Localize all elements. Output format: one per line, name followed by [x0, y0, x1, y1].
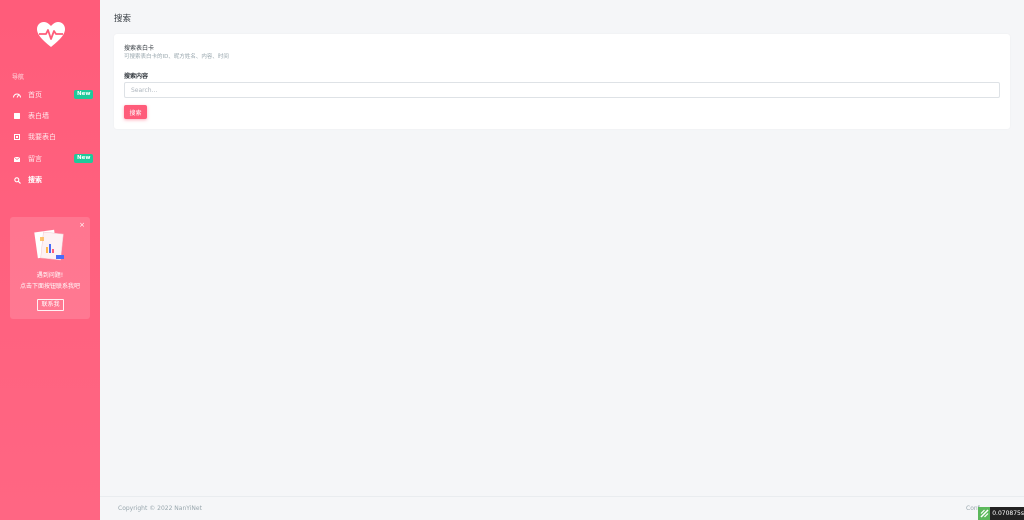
- page-title: 搜索: [114, 14, 132, 24]
- sidebar-item-message[interactable]: 留言 New: [0, 150, 100, 168]
- sidebar-item-wall[interactable]: 表白墙: [0, 107, 100, 125]
- sidebar-item-confess[interactable]: 我要表白: [0, 128, 100, 146]
- sidebar-item-label: 首页: [28, 91, 42, 99]
- message-icon: [13, 155, 21, 163]
- search-input[interactable]: [124, 82, 1000, 98]
- sidebar: 导航 首页 New 表白墙 我要表白 留言 New 搜索 × 遇到问题! 点击下…: [0, 0, 100, 520]
- search-button[interactable]: 搜索: [124, 105, 147, 119]
- nav-heading: 导航: [12, 74, 25, 81]
- dashboard-icon: [13, 91, 21, 99]
- perf-time-text: 0.070875s: [992, 510, 1024, 517]
- heartbeat-logo-icon[interactable]: [37, 22, 65, 48]
- card-subtitle: 可搜索表白卡的ID、昵方姓名、内容、时间: [124, 54, 229, 60]
- grid-icon: [13, 112, 21, 120]
- sidebar-item-label: 表白墙: [28, 112, 49, 120]
- sidebar-item-label: 我要表白: [28, 133, 56, 141]
- close-icon[interactable]: ×: [79, 221, 85, 229]
- search-icon: [13, 176, 21, 184]
- new-badge: New: [74, 90, 94, 99]
- report-illustration-icon: [34, 229, 64, 261]
- copyright-text: Copyright © 2022 NanYiNet: [118, 505, 202, 512]
- edit-square-icon: [13, 133, 21, 141]
- perf-logo-icon: [978, 507, 991, 520]
- promo-text-line1: 遇到问题!: [36, 272, 64, 279]
- promo-text-line2: 点击下面按钮联系我吧: [19, 283, 80, 290]
- performance-badge: 0.070875s: [978, 507, 1024, 520]
- search-field-label: 搜索内容: [124, 73, 149, 80]
- sidebar-item-search[interactable]: 搜索: [0, 171, 100, 189]
- sidebar-item-label: 留言: [28, 155, 42, 163]
- sidebar-item-home[interactable]: 首页 New: [0, 86, 100, 104]
- new-badge: New: [74, 154, 94, 163]
- sidebar-item-label: 搜索: [28, 176, 42, 184]
- card-title: 搜索表白卡: [124, 45, 155, 52]
- help-promo-card: × 遇到问题! 点击下面按钮联系我吧 联系我: [10, 217, 90, 319]
- footer: Copyright © 2022 NanYiNet Conf: [100, 496, 1024, 520]
- search-card: 搜索表白卡 可搜索表白卡的ID、昵方姓名、内容、时间 搜索内容 搜索: [114, 34, 1010, 129]
- contact-button[interactable]: 联系我: [37, 299, 64, 311]
